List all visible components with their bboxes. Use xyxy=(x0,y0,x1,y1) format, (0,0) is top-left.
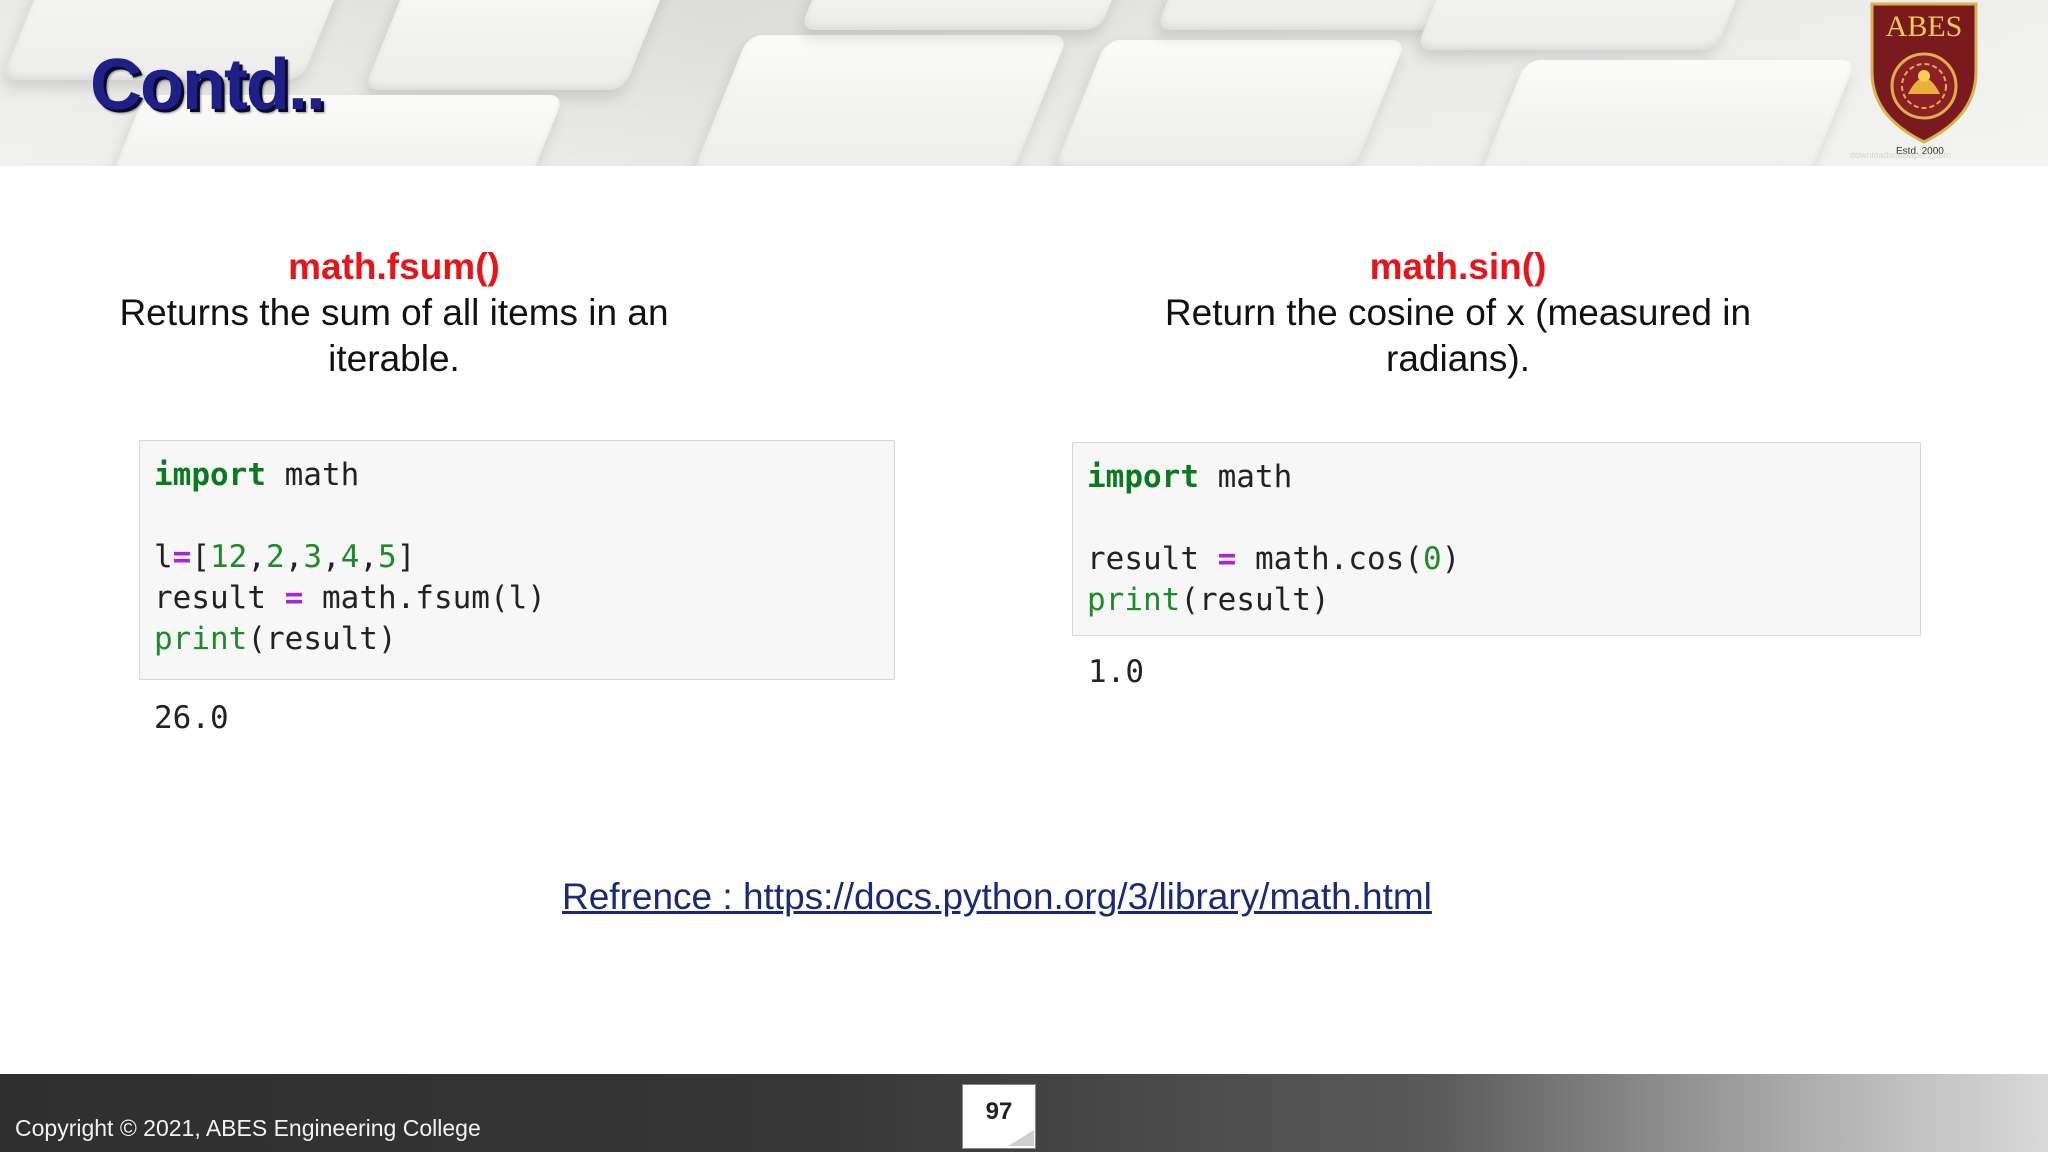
code-operator: = xyxy=(284,580,304,616)
code-text: l xyxy=(154,539,173,575)
code-text: [ xyxy=(191,539,211,575)
code-operator: = xyxy=(172,539,192,575)
code-number: 0 xyxy=(1422,541,1442,577)
code-number: 12 xyxy=(210,539,248,575)
code-text: , xyxy=(284,539,304,575)
code-line: import math xyxy=(1087,457,1906,498)
watermark-text: downloadwallpapers.com xyxy=(1850,150,1952,160)
code-operator: = xyxy=(1217,541,1237,577)
code-text: ] xyxy=(396,539,416,575)
sin-description: Return the cosine of x (measured in radi… xyxy=(1164,292,1752,379)
fsum-code-cell: import math l=[12,2,3,4,5] result = math… xyxy=(139,440,895,680)
code-text: , xyxy=(322,539,341,575)
code-number: 2 xyxy=(266,539,285,575)
code-line: import math xyxy=(154,455,880,496)
abes-logo-icon: ABES xyxy=(1870,2,1978,144)
code-number: 4 xyxy=(340,539,360,575)
code-builtin: print xyxy=(1087,582,1181,618)
sin-function-title: math.sin() xyxy=(1369,246,1547,287)
code-number: 5 xyxy=(378,539,397,575)
code-keyword: import xyxy=(1087,459,1199,495)
code-line: result = math.fsum(l) xyxy=(154,578,880,619)
code-text: result xyxy=(154,580,285,616)
code-line: l=[12,2,3,4,5] xyxy=(154,537,880,578)
slide-title: Contd.. xyxy=(90,45,326,125)
code-number: 3 xyxy=(303,539,323,575)
keyboard-key-decoration xyxy=(1473,60,1857,166)
code-keyword: import xyxy=(154,457,266,493)
sin-code-cell: import math result = math.cos(0) print(r… xyxy=(1072,442,1921,636)
code-text: result xyxy=(1087,541,1218,577)
code-line: print(result) xyxy=(1087,580,1906,621)
code-text: , xyxy=(247,539,267,575)
fsum-function-title: math.fsum() xyxy=(288,246,500,287)
code-text: , xyxy=(359,539,379,575)
logo-text: ABES xyxy=(1886,10,1963,43)
copyright-text: Copyright © 2021, ABES Engineering Colle… xyxy=(15,1115,481,1141)
keyboard-key-decoration xyxy=(799,0,1141,30)
keyboard-key-decoration xyxy=(363,0,677,90)
sin-heading-block: math.sin() Return the cosine of x (measu… xyxy=(1120,244,1796,382)
reference-link[interactable]: Refrence : https://docs.python.org/3/lib… xyxy=(562,876,1432,918)
sin-output: 1.0 xyxy=(1088,654,1144,690)
keyboard-key-decoration xyxy=(691,35,1069,166)
code-text: math.cos( xyxy=(1236,541,1423,577)
code-text: math.fsum(l) xyxy=(303,580,546,616)
keyboard-key-decoration xyxy=(1415,0,1765,50)
code-text: ) xyxy=(1441,541,1461,577)
fsum-output: 26.0 xyxy=(154,700,229,736)
code-builtin: print xyxy=(154,621,248,657)
code-text: math xyxy=(265,457,360,493)
keyboard-key-decoration xyxy=(1053,40,1407,166)
code-text: (result) xyxy=(1180,582,1330,618)
page-fold-icon xyxy=(1008,1130,1034,1146)
fsum-heading-block: math.fsum() Returns the sum of all items… xyxy=(80,244,708,382)
fsum-description: Returns the sum of all items in an itera… xyxy=(119,292,669,379)
code-line: result = math.cos(0) xyxy=(1087,539,1906,580)
code-line: print(result) xyxy=(154,619,880,660)
code-text: (result) xyxy=(247,621,397,657)
page-number: 97 xyxy=(985,1098,1013,1125)
code-text: math xyxy=(1198,459,1293,495)
